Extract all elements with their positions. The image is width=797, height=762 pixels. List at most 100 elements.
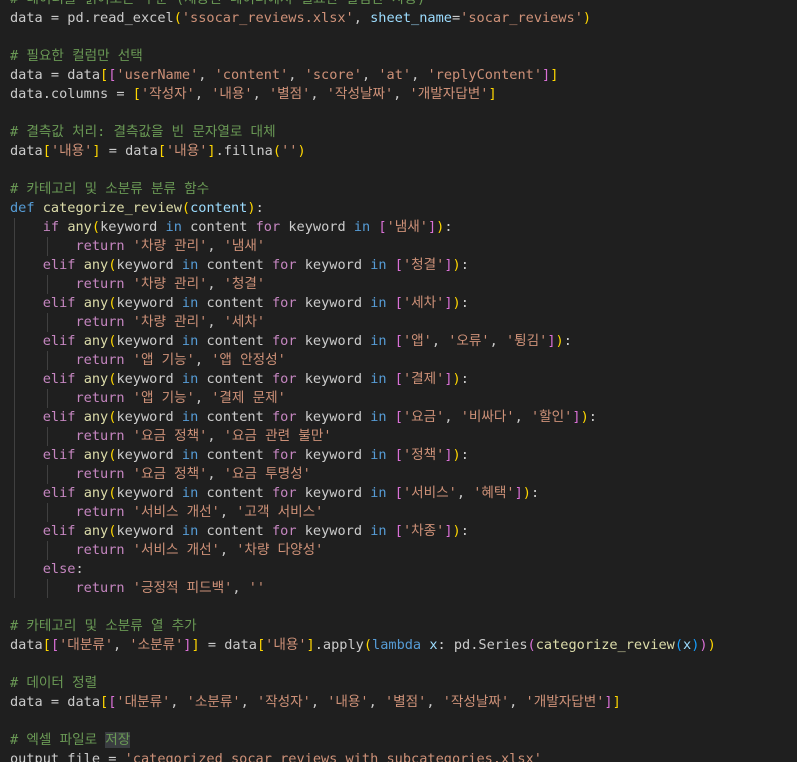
code-control-keyword: for bbox=[271, 371, 297, 387]
code-string: '' bbox=[248, 580, 266, 596]
code-line[interactable]: return '차량 관리', '세차' bbox=[10, 313, 265, 332]
code-text: , bbox=[509, 694, 526, 710]
code-line[interactable]: elif any(keyword in content for keyword … bbox=[10, 370, 469, 389]
indent-guide bbox=[46, 427, 48, 446]
code-text: keyword bbox=[296, 333, 371, 349]
indent-guide bbox=[46, 503, 48, 522]
code-line[interactable]: data.columns = ['작성자', '내용', '별점', '작성날짜… bbox=[10, 85, 497, 104]
code-text: keyword bbox=[296, 371, 371, 387]
code-string: 'ssocar_reviews.xlsx' bbox=[181, 10, 354, 26]
code-bracket: ) bbox=[707, 637, 716, 653]
code-text: , bbox=[113, 637, 130, 653]
code-string: '청결' bbox=[402, 257, 445, 273]
indent-guide bbox=[46, 313, 48, 332]
code-line[interactable]: elif any(keyword in content for keyword … bbox=[10, 446, 469, 465]
code-line[interactable]: return '요금 정책', '요금 투명성' bbox=[10, 465, 310, 484]
code-bracket: ) bbox=[555, 333, 564, 349]
code-text: , bbox=[207, 314, 224, 330]
code-text: output_file = bbox=[10, 751, 125, 762]
code-line[interactable]: elif any(keyword in content for keyword … bbox=[10, 484, 539, 503]
code-bracket: [ bbox=[42, 637, 51, 653]
code-line[interactable]: data = data[['대분류', '소분류', '작성자', '내용', … bbox=[10, 693, 621, 712]
code-keyword: in bbox=[370, 333, 387, 349]
code-text: data = data bbox=[10, 67, 101, 83]
code-line[interactable]: return '요금 정책', '요금 관련 불만' bbox=[10, 427, 331, 446]
code-text: content bbox=[198, 485, 272, 501]
code-line[interactable]: return '서비스 개선', '고객 서비스' bbox=[10, 503, 323, 522]
code-keyword: in bbox=[181, 485, 199, 501]
code-editor[interactable]: # 데이터를 읽어오는 부분 (제공된 데이터에서 필요한 칼럼만 사용) dat… bbox=[0, 0, 797, 762]
code-line[interactable]: # 데이터를 읽어오는 부분 (제공된 데이터에서 필요한 칼럼만 사용) bbox=[10, 0, 425, 9]
code-bracket: ] bbox=[542, 67, 551, 83]
code-line[interactable]: else: bbox=[10, 560, 84, 579]
code-line[interactable]: elif any(keyword in content for keyword … bbox=[10, 256, 469, 275]
code-keyword: in bbox=[181, 409, 199, 425]
code-string: '소분류' bbox=[129, 637, 184, 653]
code-line[interactable]: # 필요한 컬럼만 선택 bbox=[10, 47, 143, 66]
code-line[interactable]: if any(keyword in content for keyword in… bbox=[10, 218, 453, 237]
code-line[interactable]: output_file = 'categorized_socar_reviews… bbox=[10, 750, 542, 762]
code-bracket: ] bbox=[444, 371, 453, 387]
code-bracket: [ bbox=[394, 523, 403, 539]
code-comment: # 필요한 컬럼만 선택 bbox=[10, 48, 143, 64]
code-line[interactable]: # 엑셀 파일로 저장 bbox=[10, 731, 131, 750]
code-line[interactable]: # 데이터 정렬 bbox=[10, 674, 97, 693]
code-line[interactable]: elif any(keyword in content for keyword … bbox=[10, 408, 597, 427]
code-line[interactable]: return '차량 관리', '청결' bbox=[10, 275, 265, 294]
code-string: '냄새' bbox=[386, 219, 428, 235]
indent-guide bbox=[46, 237, 48, 256]
code-line[interactable]: return '앱 기능', '앱 안정성' bbox=[10, 351, 285, 370]
code-line[interactable]: elif any(keyword in content for keyword … bbox=[10, 294, 469, 313]
code-line[interactable]: data['내용'] = data['내용'].fillna('') bbox=[10, 142, 306, 161]
code-text: : bbox=[460, 257, 469, 273]
code-line[interactable]: return '긍정적 피드백', '' bbox=[10, 579, 265, 598]
code-string: '별점' bbox=[268, 86, 311, 102]
code-bracket: ) bbox=[580, 409, 589, 425]
code-bracket: ] bbox=[427, 219, 437, 235]
code-text: , bbox=[207, 428, 224, 444]
code-text: , bbox=[240, 694, 257, 710]
code-bracket: ] bbox=[488, 86, 497, 102]
code-bracket: ] bbox=[444, 295, 453, 311]
code-line[interactable]: # 카테고리 및 소분류 분류 함수 bbox=[10, 180, 209, 199]
code-line[interactable]: # 카테고리 및 소분류 열 추가 bbox=[10, 617, 197, 636]
code-text: keyword bbox=[116, 523, 182, 539]
code-bracket: [ bbox=[157, 143, 166, 159]
code-text: , bbox=[219, 504, 237, 520]
code-keyword: in bbox=[370, 257, 387, 273]
code-line[interactable]: elif any(keyword in content for keyword … bbox=[10, 522, 469, 541]
code-bracket: ) bbox=[522, 485, 531, 501]
code-control-keyword: return bbox=[75, 542, 125, 558]
code-line[interactable]: return '차량 관리', '냄새' bbox=[10, 237, 265, 256]
code-line[interactable]: data = pd.read_excel('ssocar_reviews.xls… bbox=[10, 9, 591, 28]
code-function-name: any bbox=[83, 295, 109, 311]
code-comment: # 결측값 처리: 결측값을 빈 문자열로 대체 bbox=[10, 124, 276, 140]
code-line[interactable]: data = data[['userName', 'content', 'sco… bbox=[10, 66, 558, 85]
code-bracket: ) bbox=[452, 447, 461, 463]
code-text: content bbox=[198, 333, 272, 349]
code-bracket: ) bbox=[247, 200, 256, 216]
code-text: , bbox=[426, 694, 443, 710]
code-line[interactable]: data[['대분류', '소분류']] = data['내용'].apply(… bbox=[10, 636, 716, 655]
code-line[interactable]: elif any(keyword in content for keyword … bbox=[10, 332, 572, 351]
code-line[interactable]: # 결측값 처리: 결측값을 빈 문자열로 대체 bbox=[10, 123, 276, 142]
code-string: '긍정적 피드백' bbox=[132, 580, 233, 596]
code-text: , bbox=[219, 542, 237, 558]
code-line[interactable]: return '서비스 개선', '차량 다양성' bbox=[10, 541, 323, 560]
code-text: , bbox=[456, 485, 474, 501]
code-function-name: any bbox=[83, 409, 109, 425]
code-comment: # 카테고리 및 소분류 열 추가 bbox=[10, 618, 197, 634]
code-text: content bbox=[198, 409, 272, 425]
code-line[interactable]: return '앱 기능', '결제 문제' bbox=[10, 389, 285, 408]
code-text: : pd.Series bbox=[437, 637, 528, 653]
code-bracket: ( bbox=[363, 637, 373, 653]
code-line[interactable]: def categorize_review(content): bbox=[10, 199, 264, 218]
code-bracket: ] bbox=[444, 257, 453, 273]
code-text: data.columns = bbox=[10, 86, 133, 102]
code-text: keyword bbox=[116, 257, 182, 273]
code-text: , bbox=[431, 333, 449, 349]
